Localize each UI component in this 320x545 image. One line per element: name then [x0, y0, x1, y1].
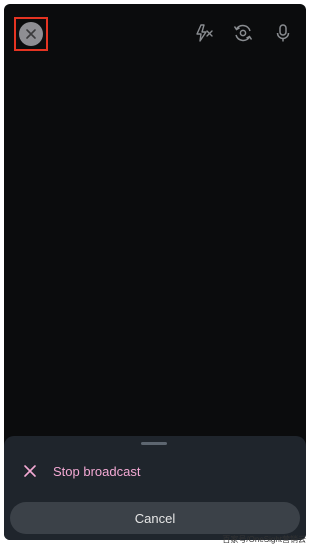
cancel-label: Cancel [134, 510, 176, 526]
flash-off-icon[interactable] [192, 22, 214, 44]
close-icon [24, 465, 36, 477]
watermark: 百家号/OneSight营销云 [222, 535, 306, 544]
microphone-icon[interactable] [272, 22, 294, 44]
close-button[interactable] [14, 17, 48, 51]
stop-broadcast-option[interactable]: Stop broadcast [4, 458, 306, 488]
cancel-button[interactable]: Cancel [10, 502, 300, 534]
drag-handle[interactable] [141, 442, 167, 445]
bottom-sheet: Stop broadcast Cancel [4, 436, 306, 540]
flip-camera-icon[interactable] [232, 22, 254, 44]
stop-broadcast-label: Stop broadcast [53, 464, 141, 479]
close-icon [19, 22, 43, 46]
camera-preview: Stop broadcast Cancel [4, 4, 306, 540]
